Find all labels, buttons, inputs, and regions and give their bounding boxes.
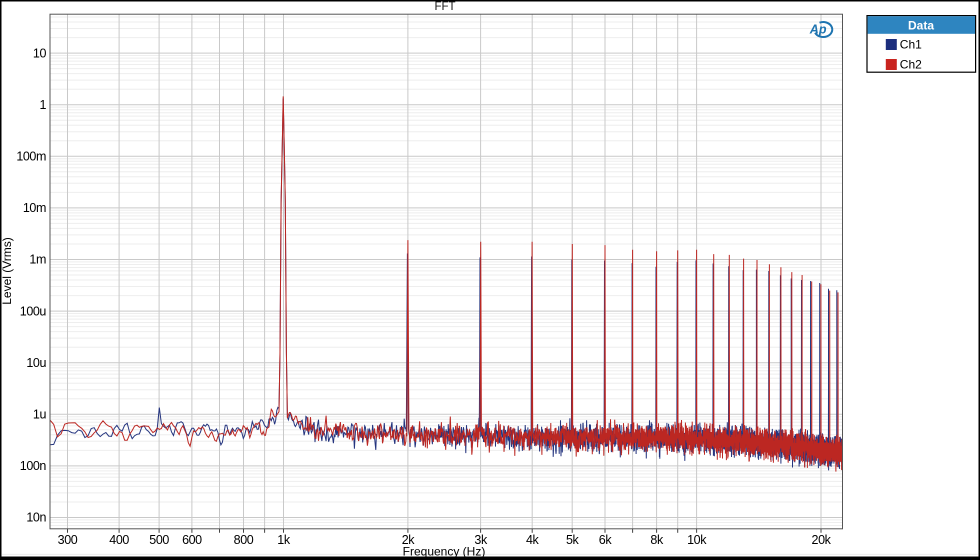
svg-text:8k: 8k <box>650 533 664 547</box>
svg-text:6k: 6k <box>599 533 613 547</box>
svg-text:1k: 1k <box>277 533 291 547</box>
svg-text:500: 500 <box>149 533 169 547</box>
svg-text:800: 800 <box>234 533 254 547</box>
svg-text:Ap: Ap <box>809 22 827 36</box>
svg-text:1m: 1m <box>29 253 46 267</box>
svg-text:10n: 10n <box>26 511 46 525</box>
svg-text:Data: Data <box>908 19 934 33</box>
svg-text:5k: 5k <box>566 533 580 547</box>
svg-text:100n: 100n <box>20 459 47 473</box>
svg-text:4k: 4k <box>526 533 540 547</box>
svg-text:Ch1: Ch1 <box>900 38 922 52</box>
svg-text:10u: 10u <box>26 356 46 370</box>
svg-text:10m: 10m <box>23 201 46 215</box>
svg-text:Ch2: Ch2 <box>900 58 922 72</box>
svg-text:1u: 1u <box>33 408 47 422</box>
svg-text:20k: 20k <box>812 533 832 547</box>
svg-text:600: 600 <box>182 533 202 547</box>
svg-text:Level (Vrms): Level (Vrms) <box>0 237 14 305</box>
svg-text:10k: 10k <box>687 533 707 547</box>
svg-text:FFT: FFT <box>434 1 455 13</box>
svg-text:100m: 100m <box>16 150 46 164</box>
svg-text:300: 300 <box>58 533 78 547</box>
svg-text:100u: 100u <box>20 304 47 318</box>
svg-text:Frequency (Hz): Frequency (Hz) <box>403 545 486 559</box>
svg-text:1: 1 <box>39 98 46 112</box>
svg-text:10: 10 <box>33 46 47 60</box>
svg-text:400: 400 <box>109 533 129 547</box>
